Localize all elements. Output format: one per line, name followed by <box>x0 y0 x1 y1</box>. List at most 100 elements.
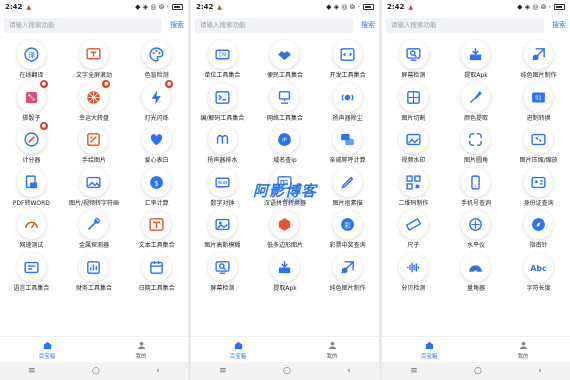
tool-item[interactable]: 纯色图片制作 <box>507 38 570 81</box>
tool-item[interactable]: 开发工具集合 <box>316 38 379 81</box>
tab-toolbox[interactable]: 百宝箱 <box>0 337 94 362</box>
tool-item[interactable]: 水平仪 <box>445 208 508 251</box>
tool-item[interactable]: 网速测试 <box>0 208 63 251</box>
home-circle-icon[interactable]: ○ <box>283 366 291 376</box>
tool-item[interactable]: 颜色提取 <box>445 81 508 124</box>
back-icon[interactable]: ‹ <box>538 366 542 376</box>
menu-icon[interactable]: ≡ <box>410 366 418 376</box>
tool-item[interactable]: 手绘图片 <box>63 123 126 166</box>
status-right: ◆ ◈ ◎ ⊚ · <box>135 3 183 11</box>
tool-item[interactable]: 低多边形图片 <box>254 208 317 251</box>
search-button[interactable]: 搜索 <box>544 20 566 30</box>
tab-mine[interactable]: 我的 <box>94 337 188 362</box>
tool-item[interactable]: 图片圆角 <box>445 123 508 166</box>
tool-item[interactable]: PDF转WORD <box>0 166 63 209</box>
tool-item[interactable]: 屏幕检测 <box>191 251 254 294</box>
tool-item[interactable]: 彩彩票中奖查询 <box>316 208 379 251</box>
tool-item[interactable]: 手机号查询 <box>445 166 508 209</box>
tool-label: 颜色提取 <box>463 114 488 122</box>
screenshot-collage: 2:42▲◆ ◈ ◎ ⊚ ·搜索译在线翻译文字全屏滚动色盲检测●掷骰子●幸运大转… <box>0 0 570 380</box>
tool-item[interactable]: 屏幕检测 <box>382 38 445 81</box>
tool-label: 图片压缩/缩放 <box>519 157 558 164</box>
menu-icon[interactable]: ≡ <box>28 366 36 376</box>
search-bar: 搜索 <box>195 17 375 33</box>
tool-item[interactable]: 日期工具集合 <box>125 251 188 294</box>
tool-item[interactable]: 爱心表白 <box>125 123 188 166</box>
tool-item[interactable]: 视频水印 <box>382 123 445 166</box>
tool-item[interactable]: 图片/视频转字符画 <box>63 166 126 209</box>
search-button[interactable]: 搜索 <box>353 20 375 30</box>
tool-item[interactable]: 量角器 <box>445 251 508 294</box>
tool-item[interactable]: 译在线翻译 <box>0 38 63 81</box>
translate-icon: 译 <box>16 40 46 69</box>
tool-item[interactable]: 二维码制作 <box>382 166 445 209</box>
tool-item[interactable]: 身份证查询 <box>507 166 570 209</box>
back-icon[interactable]: ‹ <box>156 366 160 376</box>
tab-label: 百宝箱 <box>38 353 56 360</box>
tool-item[interactable]: 编/解码工具集合 <box>191 81 254 124</box>
pinyin-icon <box>270 167 300 197</box>
tool-item[interactable]: 扬声器除尘 <box>316 81 379 124</box>
tool-item[interactable]: 色盲检测 <box>125 38 188 81</box>
battery-icon <box>554 4 565 10</box>
tool-item[interactable]: 图片压缩/缩放 <box>507 123 570 166</box>
tab-toolbox[interactable]: 百宝箱 <box>382 337 476 362</box>
tool-item[interactable]: ● 灯光闪烁 <box>125 79 188 124</box>
tool-label: 计分器 <box>22 157 41 164</box>
tool-item[interactable]: $ 汇率计算 <box>125 166 188 209</box>
tab-toolbox[interactable]: 百宝箱 <box>191 337 285 362</box>
tool-item[interactable]: 图片高斯模糊 <box>191 208 254 251</box>
tool-item[interactable]: 分贝检测 <box>382 251 445 294</box>
back-icon[interactable]: ‹ <box>347 366 351 376</box>
compass-icon <box>524 210 554 239</box>
tool-item[interactable]: 文字全屏滚动 <box>63 38 126 81</box>
tool-item[interactable]: 金属探测器 <box>63 208 126 251</box>
tool-item[interactable]: 汉语拼音转换器 <box>254 166 317 209</box>
tool-label: 进制转换 <box>526 114 551 122</box>
tool-grid: 屏幕检测 提取Apk 纯色图片制作图片切割 颜色提取 01 进制转换视频水印 图片圆角 图片压… <box>382 38 570 336</box>
phone-screen-3: 2:42▲ ◆ ◈ ◎ ⊚ · 搜索屏幕检测 提取Apk 纯色图片制作图片切割 颜色提取 0… <box>382 0 570 380</box>
tool-item[interactable]: ● 计分器 <box>0 122 63 166</box>
palette-icon <box>142 40 172 69</box>
menu-icon[interactable]: ≡ <box>219 366 227 376</box>
tool-item[interactable]: 01 进制转换 <box>507 81 570 124</box>
bottom-tab-bar: 百宝箱 我的 <box>191 336 379 362</box>
tool-item[interactable]: 提取Apk <box>254 251 317 294</box>
tool-item[interactable]: 图片抠素描 <box>316 166 379 209</box>
tool-label: 网络工具集合 <box>266 114 303 122</box>
status-icons: ◆ ◈ ◎ ⊚ · <box>135 3 169 11</box>
search-input[interactable] <box>4 17 162 33</box>
tool-item[interactable]: 财务工具集合 <box>63 251 126 294</box>
tool-item[interactable]: 尺子 <box>382 208 445 251</box>
search-input[interactable] <box>386 17 544 33</box>
tool-item[interactable]: CM 单位工具集合 <box>191 38 254 81</box>
tab-mine[interactable]: 我的 <box>285 337 379 362</box>
tool-item[interactable]: 文本工具集合 <box>125 208 188 251</box>
tool-item[interactable]: 亲戚称呼计算 <box>316 123 379 166</box>
tool-item[interactable]: ● 幸运大转盘 <box>63 79 126 124</box>
tool-label: 开发工具集合 <box>329 72 366 79</box>
tool-item[interactable]: ● 掷骰子 <box>0 79 63 124</box>
tool-label: 手机号查询 <box>460 199 491 207</box>
tool-item[interactable]: 网络工具集合 <box>254 81 317 124</box>
tool-item[interactable]: 纯色图片制作 <box>316 251 379 294</box>
tool-label: 域名查ip <box>273 157 297 164</box>
tool-item[interactable]: 扬声器排水 <box>191 123 254 166</box>
tool-item[interactable]: 指南针 <box>507 208 570 251</box>
tool-item[interactable]: 语言工具集合 <box>0 251 63 294</box>
tool-item[interactable]: 数字对钟 <box>191 166 254 209</box>
phone-screen-1: 2:42▲◆ ◈ ◎ ⊚ ·搜索译在线翻译文字全屏滚动色盲检测●掷骰子●幸运大转… <box>0 0 188 380</box>
svg-text:译: 译 <box>28 50 35 59</box>
tool-label: 指南针 <box>529 242 548 249</box>
home-circle-icon[interactable]: ○ <box>474 366 482 376</box>
search-button[interactable]: 搜索 <box>162 20 184 30</box>
tool-item[interactable]: 图片切割 <box>382 81 445 124</box>
tool-item[interactable]: IP 域名查ip <box>254 123 317 166</box>
home-circle-icon[interactable]: ○ <box>92 366 100 376</box>
wheel-icon: ● <box>79 79 111 112</box>
tool-item[interactable]: 便民工具集合 <box>254 38 317 81</box>
tool-item[interactable]: Abc 字符长度 <box>507 251 570 294</box>
search-input[interactable] <box>195 17 353 33</box>
tool-item[interactable]: 提取Apk <box>445 38 508 81</box>
tab-mine[interactable]: 我的 <box>476 337 570 362</box>
